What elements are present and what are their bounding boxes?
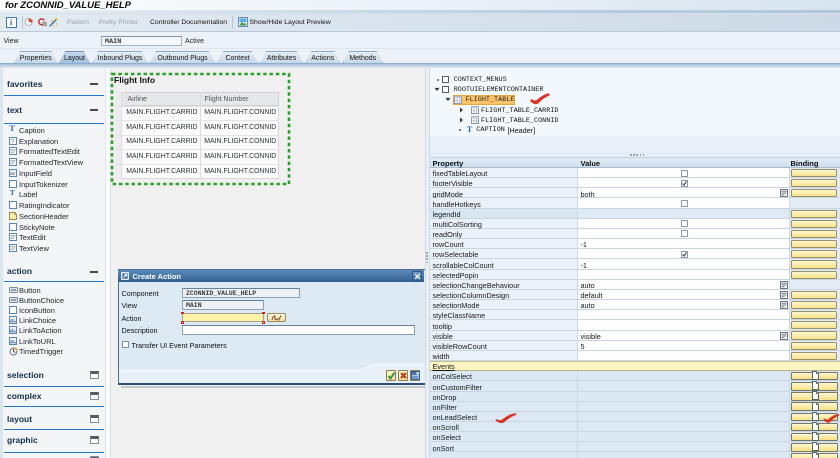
svg-text:ab: ab xyxy=(10,171,16,176)
svg-text:ab: ab xyxy=(10,337,15,342)
svg-text:?: ? xyxy=(11,139,14,145)
svg-text:ab: ab xyxy=(10,327,15,332)
svg-text:ab: ab xyxy=(10,317,15,322)
